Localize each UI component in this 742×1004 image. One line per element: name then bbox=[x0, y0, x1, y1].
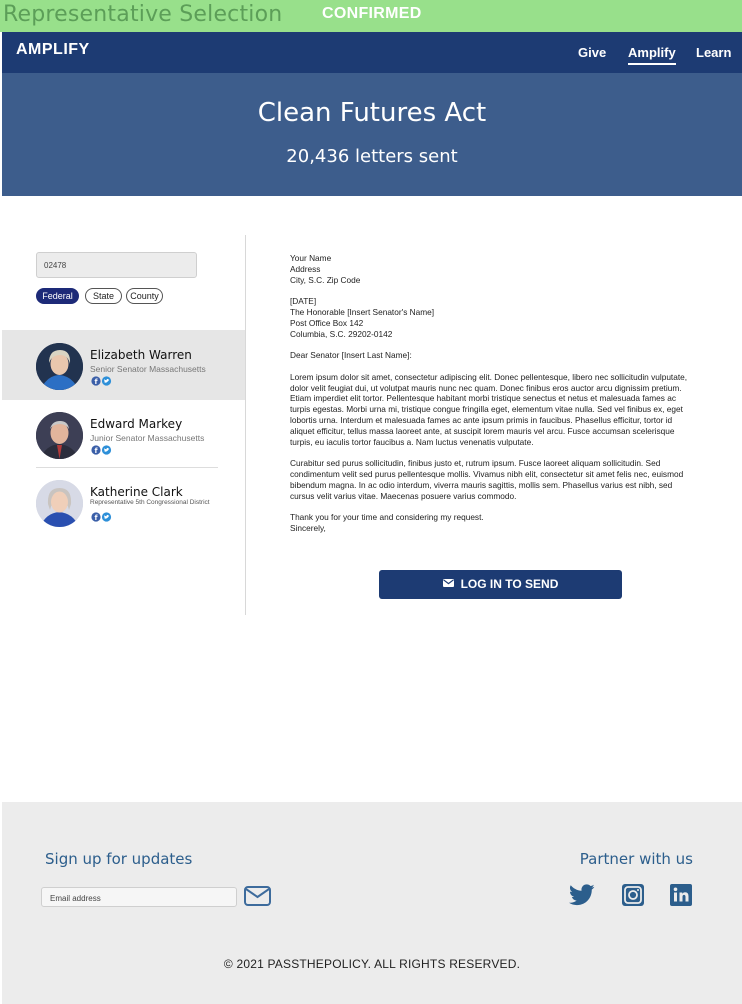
email-input[interactable]: Email address bbox=[41, 887, 237, 907]
signup-title: Sign up for updates bbox=[45, 850, 193, 868]
partner-title: Partner with us bbox=[579, 850, 693, 868]
linkedin-icon[interactable] bbox=[670, 884, 692, 906]
letter-closing: Thank you for your time and considering … bbox=[290, 512, 484, 523]
rep-name: Elizabeth Warren bbox=[90, 348, 192, 362]
nav-link-amplify[interactable]: Amplify bbox=[628, 45, 676, 65]
rep-card-katherine-clark[interactable]: Katherine Clark Representative 5th Congr… bbox=[2, 468, 245, 536]
sender-address: Address bbox=[290, 263, 321, 274]
brand-logo[interactable]: AMPLIFY bbox=[16, 41, 90, 59]
campaign-hero: Clean Futures Act 20,436 letters sent bbox=[2, 73, 742, 196]
copyright: © 2021 PASSTHEPOLICY. ALL RIGHTS RESERVE… bbox=[223, 957, 521, 971]
letter-paragraph: Curabitur sed purus sollicitudin, finibu… bbox=[290, 458, 684, 501]
letter-signoff: Sincerely, bbox=[290, 522, 326, 533]
filter-county[interactable]: County bbox=[126, 288, 163, 304]
sender-name: Your Name bbox=[290, 253, 332, 263]
rep-role: Representative 5th Congressional Distric… bbox=[90, 499, 210, 506]
log-in-to-send-button[interactable]: LOG IN TO SEND bbox=[379, 570, 622, 599]
instagram-icon[interactable] bbox=[622, 884, 644, 906]
recipient-city: Columbia, S.C. 29202-0142 bbox=[290, 328, 393, 339]
rep-role: Senior Senator Massachusetts bbox=[90, 364, 206, 374]
avatar bbox=[36, 480, 83, 527]
sender-city: City, S.C. Zip Code bbox=[290, 274, 361, 285]
nav-link-learn[interactable]: Learn bbox=[696, 45, 731, 60]
rep-name: Katherine Clark bbox=[90, 485, 183, 499]
twitter-icon[interactable] bbox=[569, 884, 595, 906]
letter-preview: Your Name Address City, S.C. Zip Code [D… bbox=[290, 253, 696, 545]
recipient-name: The Honorable [Insert Senator's Name] bbox=[290, 306, 435, 317]
avatar bbox=[36, 343, 83, 390]
filter-state[interactable]: State bbox=[85, 288, 122, 304]
send-button-label: LOG IN TO SEND bbox=[460, 577, 559, 591]
mail-icon bbox=[442, 579, 454, 588]
filter-federal[interactable]: Federal bbox=[36, 288, 79, 304]
representative-panel: 02478 Federal State County Elizabeth War… bbox=[2, 235, 246, 615]
rep-role: Junior Senator Massachusetts bbox=[90, 433, 205, 443]
representative-selection-label: Representative Selection bbox=[3, 2, 283, 27]
letters-sent-count: 20,436 letters sent bbox=[286, 146, 458, 167]
rep-card-edward-markey[interactable]: Edward Markey Junior Senator Massachuset… bbox=[2, 400, 245, 468]
letter-paragraph: Lorem ipsum dolor sit amet, consectetur … bbox=[290, 371, 688, 447]
letter-salutation: Dear Senator [Insert Last Name]: bbox=[290, 350, 412, 361]
letter-date: [DATE] bbox=[290, 296, 317, 307]
confirmation-bar: Representative Selection CONFIRMED bbox=[0, 0, 742, 32]
zip-code-input[interactable]: 02478 bbox=[36, 252, 197, 278]
social-links-icon[interactable]: f bbox=[91, 445, 113, 455]
recipient-box: Post Office Box 142 bbox=[290, 317, 364, 328]
campaign-title: Clean Futures Act bbox=[257, 98, 487, 128]
rep-name: Edward Markey bbox=[90, 417, 183, 431]
envelope-icon[interactable] bbox=[244, 886, 271, 906]
avatar bbox=[36, 412, 83, 459]
nav-link-give[interactable]: Give bbox=[578, 45, 606, 60]
social-links-icon[interactable]: f bbox=[91, 512, 113, 522]
footer: Sign up for updates Email address Partne… bbox=[2, 802, 742, 1004]
top-nav: AMPLIFY Give Amplify Learn bbox=[2, 32, 742, 73]
confirmed-status: CONFIRMED bbox=[322, 5, 422, 22]
social-links-icon[interactable]: f bbox=[91, 376, 113, 386]
rep-card-elizabeth-warren[interactable]: Elizabeth Warren Senior Senator Massachu… bbox=[2, 330, 245, 400]
